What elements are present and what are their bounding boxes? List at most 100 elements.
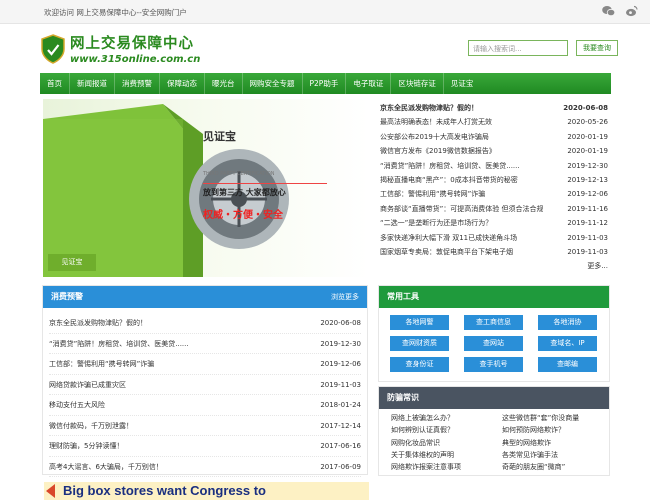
item-title[interactable]: 工信部：警惕利用“携号转网”诈骗 (49, 354, 154, 374)
fraud-link[interactable]: 这些微信群“套”你没商量 (502, 412, 612, 424)
news-date: 2020-01-19 (567, 132, 608, 141)
list-item[interactable]: 京东全民派发购物津贴？假的！ 2020-06-08 (49, 313, 361, 334)
news-title[interactable]: “二选一”是垄断行为还是市场行为？ (380, 216, 492, 230)
fraud-link[interactable]: 各类常见诈骗手法 (502, 449, 612, 461)
tool-button[interactable]: 查域名、IP (538, 336, 597, 351)
search-button[interactable]: 我要查询 (576, 40, 618, 56)
news-title[interactable]: 工信部：警惕利用“携号转网”诈骗 (380, 187, 485, 201)
item-title[interactable]: 理财防骗，5分钟读懂！ (49, 436, 123, 456)
warning-more-link[interactable]: 浏览更多 (331, 286, 359, 308)
logo-title: 网上交易保障中心 (70, 35, 194, 52)
news-title[interactable]: “消费贷”陷阱！房租贷、培训贷、医美贷...... (380, 159, 520, 173)
nav-warning[interactable]: 消费预警 (114, 73, 159, 94)
fraud-link[interactable]: 网络上被骗怎么办？ (391, 412, 502, 424)
item-date: 2017-06-16 (320, 442, 361, 450)
fraud-link[interactable]: 如何预防网络欺诈？ (502, 424, 612, 436)
fraud-tips-panel: 防骗常识 网络上被骗怎么办？ 这些微信群“套”你没商量 如何辨别认证真假？ 如何… (378, 386, 610, 476)
fraud-link[interactable]: 奇葩的朋友圈“微商” (502, 461, 612, 473)
news-title[interactable]: 多家快递净利大幅下滑 双11已成快递角斗场 (380, 231, 517, 245)
banner-tags: 权威・方便・安全 (203, 210, 283, 221)
item-title[interactable]: 京东全民派发购物津贴？假的！ (49, 313, 147, 333)
nav-blockchain[interactable]: 区块链存证 (390, 73, 443, 94)
fraud-link[interactable]: 典型的网络欺诈 (502, 437, 612, 449)
ad-banner[interactable]: Big box stores want Congress to (44, 482, 369, 500)
nav-jianzhengbao[interactable]: 见证宝 (442, 73, 481, 94)
item-date: 2019-11-03 (320, 380, 361, 389)
list-item[interactable]: 网络贷款诈骗已成重灾区 2019-11-03 (49, 375, 361, 395)
news-date: 2019-11-12 (567, 219, 608, 228)
top-bar: 欢迎访问 网上交易保障中心--安全网购门户 (0, 0, 650, 24)
list-item[interactable]: 工信部：警惕利用“携号转网”诈骗 2019-12-06 (49, 354, 361, 375)
tool-button[interactable]: 各地消协 (538, 315, 597, 330)
fraud-link[interactable]: 关于集体维权的声明 (391, 449, 502, 461)
news-date: 2020-06-08 (563, 104, 608, 112)
tool-button[interactable]: 查手机号 (464, 357, 523, 372)
ad-arrow-icon (46, 484, 58, 498)
news-item[interactable]: 国家烟草专卖局：敦促电商平台下架电子烟 2019-11-03 (380, 245, 608, 259)
search-bar: 请输入搜索词... 我要查询 (468, 40, 618, 56)
banner-slogan: 放到第三方 大家都放心 (203, 188, 286, 197)
tool-button[interactable]: 查邮编 (538, 357, 597, 372)
news-title[interactable]: 商务部谈“直播带货”：可提高消费体验 但须合法合规 (380, 202, 543, 216)
ad-text[interactable]: Big box stores want Congress to (63, 483, 266, 498)
tool-button[interactable]: 查网站 (464, 336, 523, 351)
welcome-text: 欢迎访问 网上交易保障中心--安全网购门户 (44, 8, 187, 17)
nav-home[interactable]: 首页 (40, 73, 69, 94)
news-item[interactable]: 最高法明确表态！未成年人打赏无效 2020-05-26 (380, 115, 608, 129)
news-title[interactable]: 京东全民派发购物津贴？假的！ (380, 101, 478, 115)
news-title[interactable]: 揭秘直播电商“黑产”：0成本抖音带货的秘密 (380, 173, 518, 187)
warning-panel-header: 消费预警 浏览更多 (43, 286, 367, 308)
search-input[interactable]: 请输入搜索词... (468, 40, 568, 56)
news-title[interactable]: 微信官方发布《2019微信数据报告》 (380, 144, 496, 158)
weibo-icon[interactable] (625, 5, 638, 17)
nav-dynamics[interactable]: 保障动态 (159, 73, 204, 94)
nav-news[interactable]: 新闻报道 (69, 73, 114, 94)
news-title[interactable]: 公安部公布2019十大高发电诈骗局 (380, 130, 489, 144)
main-nav: 首页 新闻报道 消费预警 保障动态 曝光台 网购安全专题 P2P助手 电子取证 … (40, 73, 611, 94)
nav-exposure[interactable]: 曝光台 (204, 73, 242, 94)
item-date: 2017-06-09 (320, 462, 361, 471)
news-title[interactable]: 国家烟草专卖局：敦促电商平台下架电子烟 (380, 245, 513, 259)
nav-p2p[interactable]: P2P助手 (301, 73, 346, 94)
list-item[interactable]: 理财防骗，5分钟读懂！ 2017-06-16 (49, 436, 361, 457)
list-item[interactable]: 移动支付五大风险 2018-01-24 (49, 395, 361, 416)
shield-logo-icon (41, 33, 65, 64)
banner-image[interactable]: 见证宝 THIRD PARTY CERTIFICATION 放到第三方 大家都放… (43, 99, 369, 277)
news-item[interactable]: 微信官方发布《2019微信数据报告》 2020-01-19 (380, 144, 608, 158)
list-item[interactable]: 微信付款码，千万别泄露！ 2017-12-14 (49, 416, 361, 436)
wechat-icon[interactable] (602, 5, 616, 17)
list-item[interactable]: 高考4大谣言、6大骗局，千万别信！ 2017-06-09 (49, 457, 361, 477)
site-logo[interactable]: 网上交易保障中心 www.315online.com.cn (40, 32, 200, 65)
news-item[interactable]: 揭秘直播电商“黑产”：0成本抖音带货的秘密 2019-12-13 (380, 173, 608, 187)
item-title[interactable]: 高考4大谣言、6大骗局，千万别信！ (49, 457, 163, 477)
news-item[interactable]: 京东全民派发购物津贴？假的！ 2020-06-08 (380, 101, 608, 115)
nav-evidence[interactable]: 电子取证 (345, 73, 390, 94)
fraud-link[interactable]: 网购化妆品常识 (391, 437, 502, 449)
news-more-link[interactable]: 更多... (380, 261, 608, 271)
tools-panel: 常用工具 各地网警 查工商信息 各地消协 查网财资质 查网站 查域名、IP 查身… (378, 285, 610, 382)
tool-button[interactable]: 各地网警 (390, 315, 449, 330)
list-item[interactable]: “消费贷”陷阱！房租贷、培训贷、医美贷...... 2019-12-30 (49, 334, 361, 354)
nav-safety-topic[interactable]: 网购安全专题 (241, 73, 302, 94)
tool-button[interactable]: 查工商信息 (464, 315, 523, 330)
item-title[interactable]: “消费贷”陷阱！房租贷、培训贷、医美贷...... (49, 334, 189, 354)
tool-button[interactable]: 查身份证 (390, 357, 449, 372)
news-item[interactable]: 商务部谈“直播带货”：可提高消费体验 但须合法合规 2019-11-16 (380, 202, 608, 216)
logo-url: www.315online.com.cn (70, 54, 201, 65)
banner-corner-label: 见证宝 (48, 254, 96, 271)
fraud-link[interactable]: 网络欺诈报案注意事项 (391, 461, 502, 473)
news-item[interactable]: “消费贷”陷阱！房租贷、培训贷、医美贷...... 2019-12-30 (380, 159, 608, 173)
item-date: 2019-12-30 (320, 339, 361, 348)
item-title[interactable]: 网络贷款诈骗已成重灾区 (49, 375, 126, 395)
news-item[interactable]: 多家快递净利大幅下滑 双11已成快递角斗场 2019-11-03 (380, 231, 608, 245)
tool-button[interactable]: 查网财资质 (390, 336, 449, 351)
news-date: 2019-11-16 (567, 204, 608, 213)
news-title[interactable]: 最高法明确表态！未成年人打赏无效 (380, 115, 492, 129)
news-item[interactable]: 公安部公布2019十大高发电诈骗局 2020-01-19 (380, 130, 608, 144)
news-date: 2019-12-06 (567, 190, 608, 199)
fraud-link[interactable]: 如何辨别认证真假？ (391, 424, 502, 436)
news-item[interactable]: “二选一”是垄断行为还是市场行为？ 2019-11-12 (380, 216, 608, 230)
news-item[interactable]: 工信部：警惕利用“携号转网”诈骗 2019-12-06 (380, 187, 608, 201)
item-title[interactable]: 微信付款码，千万别泄露！ (49, 416, 133, 436)
item-title[interactable]: 移动支付五大风险 (49, 395, 105, 415)
